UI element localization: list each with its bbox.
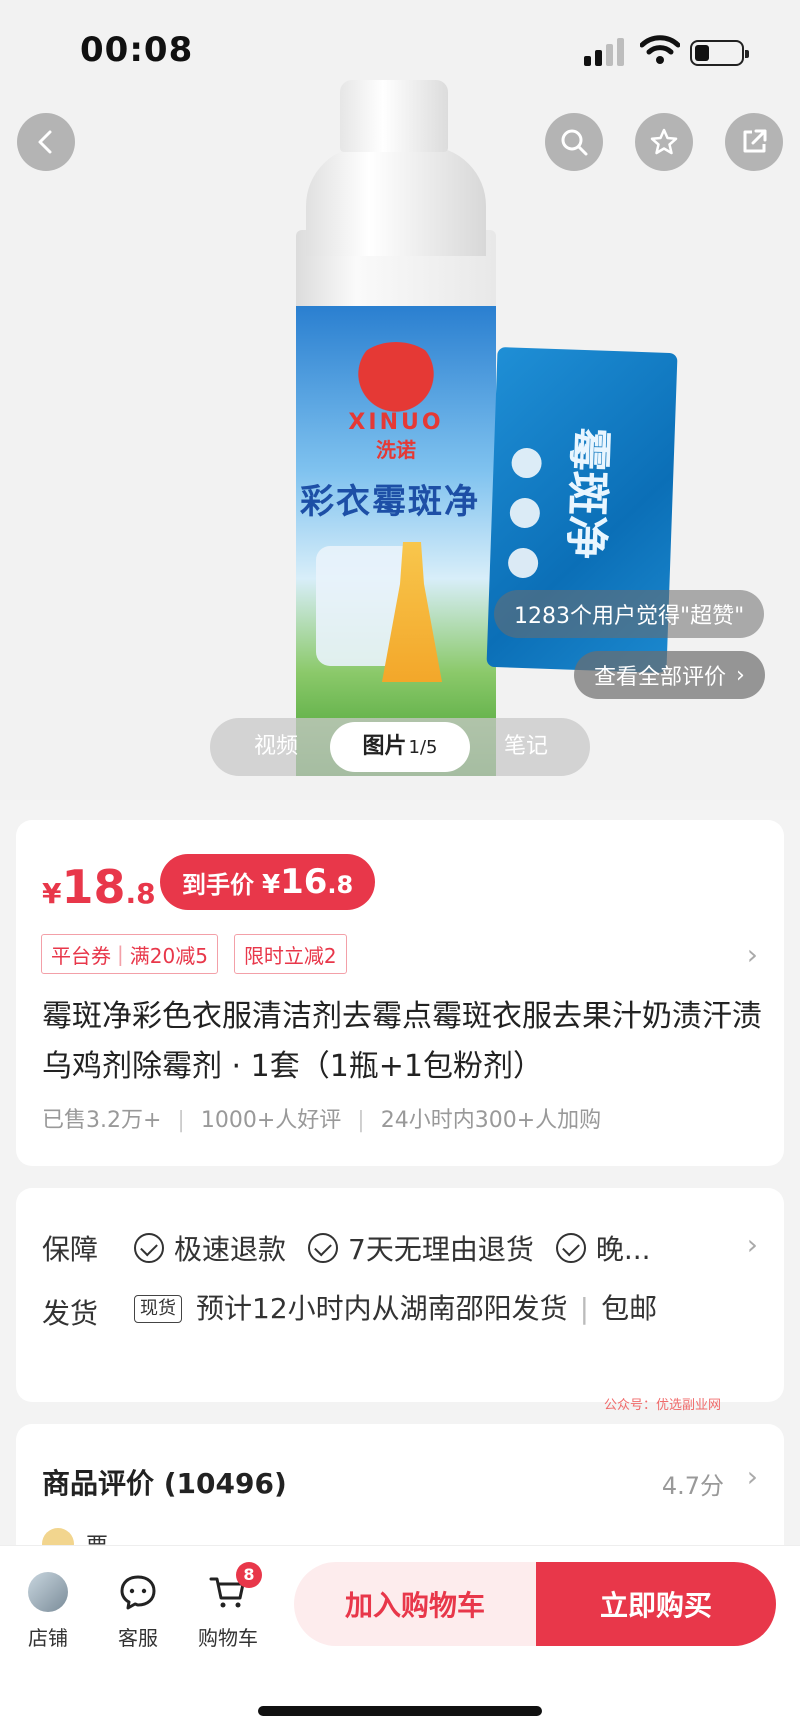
status-time: 00:08 — [80, 30, 194, 70]
coupon-list[interactable]: 平台券 | 满20减5 限时立减2 — [41, 934, 363, 974]
shipping-label: 发货 — [42, 1297, 99, 1330]
bottle-title: 彩衣霉斑净 — [300, 482, 480, 522]
media-tabs: 视频 图片 1/5 笔记 — [210, 718, 590, 776]
praise-bubble: 1283个用户觉得"超赞" — [494, 590, 765, 638]
share-button[interactable] — [725, 113, 783, 171]
final-price-integer: 16 — [280, 862, 328, 902]
sales-stats: 已售3.2万+ | 1000+人好评 | 24小时内300+人加购 — [42, 1108, 602, 1133]
chevron-right-icon[interactable]: › — [747, 1460, 758, 1493]
bottle-brand-cn: 洗诺 — [376, 438, 416, 462]
customer-service-button[interactable]: 客服 — [98, 1568, 178, 1651]
check-circle-icon — [134, 1233, 164, 1263]
cart-button[interactable]: 8 购物车 — [188, 1562, 268, 1651]
product-title: 霉斑净彩色衣服清洁剂去霉点霉斑衣服去果汁奶渍汗渍乌鸡剂除霉剂 · 1套（1瓶+1… — [42, 999, 762, 1084]
chevron-right-icon[interactable]: › — [747, 1228, 758, 1261]
final-price-label: 到手价 — [182, 871, 254, 899]
view-all-reviews-button[interactable]: 查看全部评价 › — [574, 651, 765, 699]
store-label: 店铺 — [28, 1626, 68, 1650]
tab-video[interactable]: 视频 — [220, 718, 332, 776]
wifi-icon — [640, 35, 680, 64]
chevron-left-icon — [38, 130, 52, 154]
sold-count: 已售3.2万+ — [42, 1108, 162, 1133]
home-indicator[interactable] — [258, 1706, 542, 1716]
service-card[interactable]: 保障 极速退款 7天无理由退货 晚... › 发货 现货 预计12小时内从湖南邵阳… — [16, 1188, 784, 1402]
final-price-decimal: .8 — [327, 871, 354, 899]
guarantee-text: 晚... — [595, 1233, 651, 1266]
guarantee-item: 7天无理由退货 — [308, 1228, 534, 1268]
guarantee-list: 极速退款 7天无理由退货 晚... — [134, 1228, 673, 1268]
coupon-limited-discount[interactable]: 限时立减2 — [233, 934, 347, 974]
product-bottle-image: XINUO 洗诺 彩衣霉斑净 — [296, 80, 496, 776]
coupon-platform-detail: 满20减5 — [129, 943, 208, 968]
search-button[interactable] — [545, 113, 603, 171]
bottle-brand-text: XINUO — [348, 410, 444, 435]
view-all-reviews-label: 查看全部评价 — [594, 665, 727, 690]
final-price-currency: ¥ — [262, 870, 281, 900]
current-price: ¥18.8 — [42, 860, 156, 914]
star-icon — [650, 128, 678, 155]
coupon-platform-name: 平台券 — [51, 943, 111, 968]
guarantee-item: 晚... — [555, 1228, 651, 1268]
store-button[interactable]: 店铺 — [8, 1568, 88, 1651]
cart-count-badge: 8 — [236, 1562, 262, 1588]
back-button[interactable] — [17, 113, 75, 171]
reviews-score: 4.7分 — [661, 1472, 724, 1500]
in-stock-tag: 现货 — [134, 1295, 182, 1323]
reviews-title: 商品评价 (10496) — [42, 1467, 287, 1500]
check-circle-icon — [308, 1233, 339, 1263]
sachet-title: 霉斑净 — [559, 426, 615, 561]
free-shipping-text: 包邮 — [601, 1292, 658, 1325]
tab-images[interactable]: 图片 1/5 — [330, 722, 470, 772]
guarantee-label: 保障 — [42, 1233, 99, 1266]
add-to-cart-button[interactable]: 加入购物车 — [294, 1562, 536, 1646]
recent-add-to-cart-count: 24小时内300+人加购 — [380, 1108, 602, 1133]
bottom-action-bar: 店铺 客服 8 购物车 加入购物车 立即购买 — [0, 1545, 800, 1731]
chevron-right-icon: › — [736, 662, 745, 688]
positive-review-count: 1000+人好评 — [200, 1108, 342, 1133]
cart-label: 购物车 — [198, 1626, 258, 1650]
check-circle-icon — [555, 1233, 586, 1263]
favorite-button[interactable] — [635, 113, 693, 171]
chevron-right-icon[interactable]: › — [747, 938, 758, 971]
watermark: 公众号：优选副业网 — [604, 1398, 722, 1413]
search-icon — [561, 129, 588, 156]
share-icon — [743, 129, 767, 153]
shipping-info: 现货 预计12小时内从湖南邵阳发货 | 包邮 — [134, 1288, 694, 1330]
price-currency: ¥ — [42, 877, 62, 910]
tab-notes[interactable]: 笔记 — [470, 718, 582, 776]
coupon-platform[interactable]: 平台券 | 满20减5 — [41, 934, 218, 974]
service-label: 客服 — [118, 1626, 158, 1650]
cellular-signal-icon — [584, 38, 626, 66]
tab-images-count: 1/5 — [408, 737, 438, 758]
coupon-limited-name: 限时立减2 — [243, 943, 337, 968]
store-avatar — [28, 1572, 68, 1612]
guarantee-item: 极速退款 — [134, 1228, 286, 1268]
final-price-badge: 到手价 ¥16.8 — [160, 854, 376, 910]
battery-icon — [690, 40, 749, 66]
chat-icon — [120, 1575, 156, 1610]
price-card: ¥18.8 到手价 ¥16.8 平台券 | 满20减5 限时立减2 › 霉斑净彩色衣… — [16, 820, 784, 1166]
buy-now-button[interactable]: 立即购买 — [536, 1562, 776, 1646]
shipping-text: 预计12小时内从湖南邵阳发货 — [196, 1292, 568, 1325]
price-integer: 18 — [61, 860, 126, 914]
guarantee-text: 极速退款 — [174, 1233, 287, 1266]
status-bar: 00:08 — [0, 0, 800, 100]
tab-images-label: 图片 — [362, 734, 407, 759]
price-decimal: .8 — [125, 877, 156, 910]
guarantee-text: 7天无理由退货 — [348, 1233, 534, 1266]
